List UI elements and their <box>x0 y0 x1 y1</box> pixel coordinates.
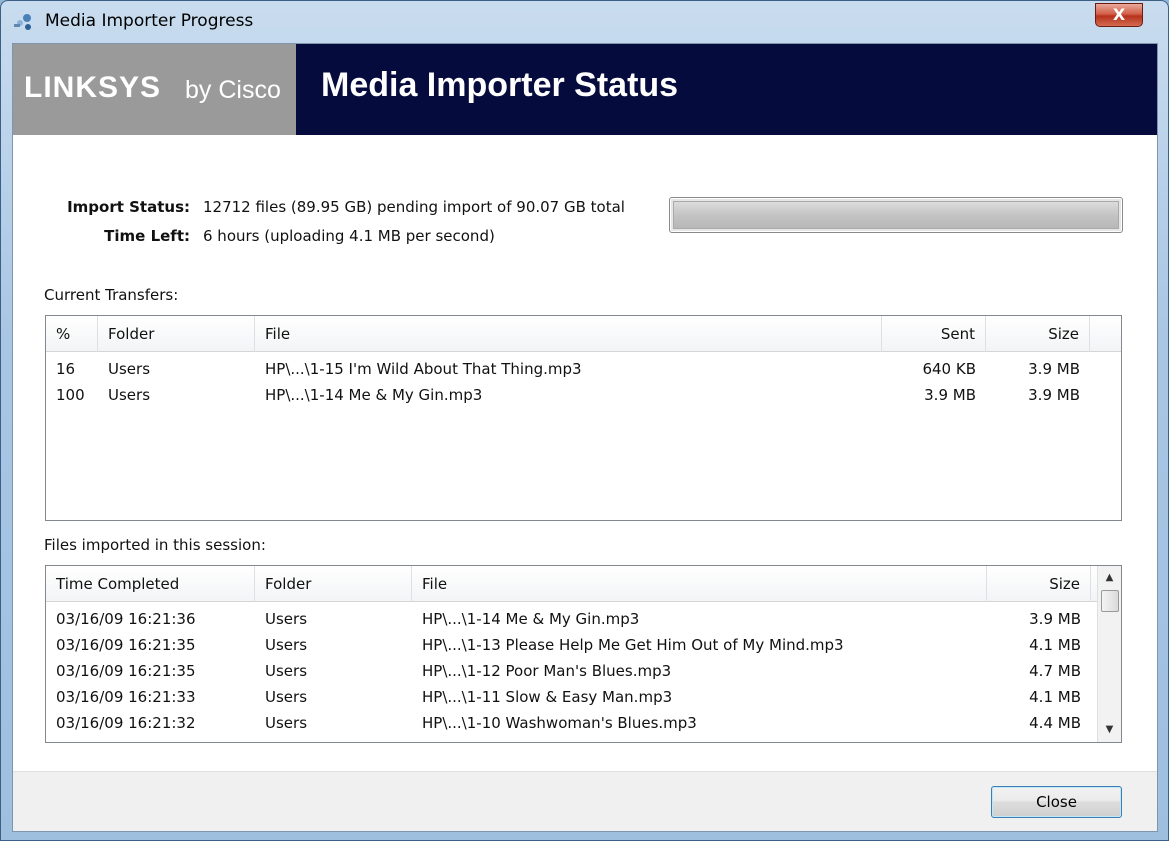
cell-time: 03/16/09 16:21:35 <box>56 636 196 654</box>
cell-size: 4.1 MB <box>1029 636 1081 654</box>
logo-suffix-text: by Cisco <box>185 76 281 104</box>
title-bar[interactable]: Media Importer Progress X <box>1 1 1168 43</box>
table-row[interactable]: 16 Users HP\...\1-15 I'm Wild About That… <box>46 356 1121 382</box>
vertical-scrollbar[interactable]: ▲ ▼ <box>1097 566 1121 742</box>
dialog-footer: Close <box>13 771 1157 831</box>
cell-file: HP\...\1-14 Me & My Gin.mp3 <box>422 610 640 628</box>
session-files-list[interactable]: Time Completed Folder File Size 03/16/09… <box>45 565 1122 743</box>
table-row[interactable]: 100 Users HP\...\1-14 Me & My Gin.mp3 3.… <box>46 382 1121 408</box>
column-header-folder[interactable]: Folder <box>255 566 412 602</box>
cell-folder: Users <box>265 688 308 706</box>
cell-file: HP\...\1-10 Washwoman's Blues.mp3 <box>422 714 697 732</box>
arrow-down-icon[interactable]: ▼ <box>1098 720 1121 740</box>
column-header-file[interactable]: File <box>255 316 882 352</box>
cell-file: HP\...\1-11 Slow & Easy Man.mp3 <box>422 688 673 706</box>
cell-sent: 640 KB <box>922 360 976 378</box>
linksys-logo: LINKSYS by Cisco <box>13 44 296 135</box>
page-title: Media Importer Status <box>321 66 679 104</box>
cell-size: 4.4 MB <box>1029 714 1081 732</box>
cell-percent: 16 <box>56 360 76 378</box>
cell-size: 3.9 MB <box>1028 360 1080 378</box>
cell-time: 03/16/09 16:21:36 <box>56 610 196 628</box>
current-transfers-list[interactable]: % Folder File Sent Size 16 Users HP\...\… <box>45 315 1122 521</box>
column-header-file[interactable]: File <box>412 566 987 602</box>
window-close-button[interactable]: X <box>1095 3 1143 27</box>
scrollbar-thumb[interactable] <box>1101 590 1119 612</box>
cell-size: 4.1 MB <box>1029 688 1081 706</box>
logo-brand-text: LINKSYS <box>24 71 162 104</box>
cell-folder: Users <box>265 714 308 732</box>
cell-file: HP\...\1-12 Poor Man's Blues.mp3 <box>422 662 672 680</box>
header-banner: LINKSYS by Cisco Media Importer Status <box>13 44 1157 135</box>
table-row[interactable]: 03/16/09 16:21:36 Users HP\...\1-14 Me &… <box>46 606 1097 632</box>
import-status-value: 12712 files (89.95 GB) pending import of… <box>203 198 625 216</box>
table-row[interactable]: 03/16/09 16:21:35 Users HP\...\1-12 Poor… <box>46 658 1097 684</box>
cell-time: 03/16/09 16:21:32 <box>56 714 196 732</box>
column-header-folder[interactable]: Folder <box>98 316 255 352</box>
table-row[interactable]: 03/16/09 16:21:32 Users HP\...\1-10 Wash… <box>46 710 1097 736</box>
column-header-percent[interactable]: % <box>46 316 98 352</box>
cell-file: HP\...\1-13 Please Help Me Get Him Out o… <box>422 636 844 654</box>
cell-folder: Users <box>265 662 308 680</box>
arrow-up-icon[interactable]: ▲ <box>1098 568 1121 588</box>
time-left-value: 6 hours (uploading 4.1 MB per second) <box>203 227 495 245</box>
import-progress-bar <box>669 197 1123 233</box>
cell-sent: 3.9 MB <box>924 386 976 404</box>
column-header-sent[interactable]: Sent <box>882 316 986 352</box>
progress-track <box>673 201 1119 229</box>
client-area: LINKSYS by Cisco Media Importer Status I… <box>12 43 1158 832</box>
current-transfers-label: Current Transfers: <box>44 286 179 304</box>
media-importer-icon <box>13 12 35 32</box>
cell-size: 4.7 MB <box>1029 662 1081 680</box>
cell-time: 03/16/09 16:21:35 <box>56 662 196 680</box>
import-status-label: Import Status: <box>67 198 190 216</box>
cell-folder: Users <box>108 386 151 404</box>
session-files-label: Files imported in this session: <box>44 536 266 554</box>
current-transfers-header: % Folder File Sent Size <box>46 316 1121 352</box>
table-row[interactable]: 03/16/09 16:21:33 Users HP\...\1-11 Slow… <box>46 684 1097 710</box>
column-header-time-completed[interactable]: Time Completed <box>46 566 255 602</box>
window-title: Media Importer Progress <box>45 11 254 31</box>
cell-file: HP\...\1-14 Me & My Gin.mp3 <box>265 386 483 404</box>
cell-size: 3.9 MB <box>1029 610 1081 628</box>
cell-percent: 100 <box>56 386 85 404</box>
column-header-size[interactable]: Size <box>986 316 1090 352</box>
close-button[interactable]: Close <box>991 786 1122 818</box>
cell-folder: Users <box>108 360 151 378</box>
column-header-size[interactable]: Size <box>987 566 1091 602</box>
session-files-header: Time Completed Folder File Size <box>46 566 1097 602</box>
cell-folder: Users <box>265 636 308 654</box>
cell-file: HP\...\1-15 I'm Wild About That Thing.mp… <box>265 360 582 378</box>
cell-size: 3.9 MB <box>1028 386 1080 404</box>
dialog-window: Media Importer Progress X LINKSYS by Cis… <box>0 0 1169 841</box>
cell-folder: Users <box>265 610 308 628</box>
banner-title-area: Media Importer Status <box>296 44 1157 135</box>
time-left-label: Time Left: <box>104 227 190 245</box>
cell-time: 03/16/09 16:21:33 <box>56 688 196 706</box>
table-row[interactable]: 03/16/09 16:21:35 Users HP\...\1-13 Plea… <box>46 632 1097 658</box>
